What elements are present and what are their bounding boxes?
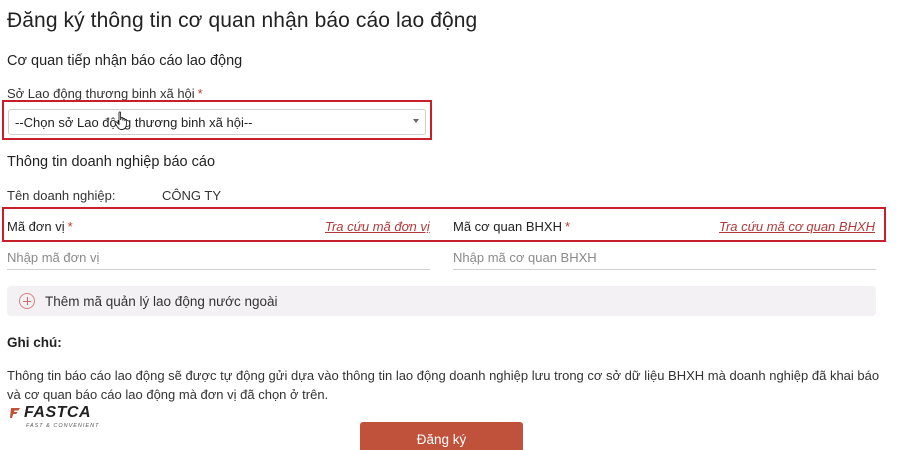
page-title: Đăng ký thông tin cơ quan nhận báo cáo l… bbox=[7, 9, 478, 32]
plus-circle-icon bbox=[19, 293, 35, 309]
chevron-down-icon bbox=[413, 119, 419, 123]
labor-department-select[interactable]: --Chọn sở Lao động thương binh xã hội-- bbox=[8, 109, 426, 135]
add-foreign-worker-code-button[interactable]: Thêm mã quản lý lao động nước ngoài bbox=[7, 286, 876, 316]
bhxh-code-label: Mã cơ quan BHXH * bbox=[453, 219, 570, 234]
labor-department-label: Sở Lao động thương binh xã hội * bbox=[7, 86, 203, 101]
add-foreign-worker-code-label: Thêm mã quản lý lao động nước ngoài bbox=[45, 293, 278, 309]
unit-code-lookup-link[interactable]: Tra cứu mã đơn vị bbox=[325, 219, 430, 234]
required-mark: * bbox=[67, 219, 73, 234]
register-button[interactable]: Đăng ký bbox=[360, 422, 523, 450]
fastca-logo-icon bbox=[10, 408, 20, 418]
bhxh-code-label-text: Mã cơ quan BHXH bbox=[453, 219, 562, 234]
required-mark: * bbox=[564, 219, 571, 234]
fastca-logo-tagline: FAST & CONVENIENT bbox=[26, 423, 100, 429]
labor-department-select-value: --Chọn sở Lao động thương binh xã hội-- bbox=[15, 114, 253, 130]
unit-code-label: Mã đơn vị * bbox=[7, 219, 73, 234]
enterprise-name-value: CÔNG TY bbox=[162, 188, 221, 203]
note-text: Thông tin báo cáo lao động sẽ được tự độ… bbox=[7, 368, 880, 402]
enterprise-name-label: Tên doanh nghiệp: bbox=[7, 188, 116, 203]
bhxh-code-lookup-link[interactable]: Tra cứu mã cơ quan BHXH bbox=[719, 219, 875, 234]
fastca-logo: FASTCA FAST & CONVENIENT bbox=[8, 404, 118, 434]
unit-code-input[interactable] bbox=[7, 246, 430, 270]
receiving-agency-section-title: Cơ quan tiếp nhận báo cáo lao động bbox=[7, 53, 243, 69]
bhxh-code-input[interactable] bbox=[453, 246, 876, 270]
unit-code-label-text: Mã đơn vị bbox=[7, 219, 65, 234]
required-mark: * bbox=[197, 86, 203, 101]
fastca-logo-text: FASTCA bbox=[24, 404, 91, 421]
labor-department-label-text: Sở Lao động thương binh xã hội bbox=[7, 86, 195, 101]
hand-pointer-icon bbox=[114, 111, 128, 130]
note-heading: Ghi chú: bbox=[7, 335, 62, 350]
enterprise-section-title: Thông tin doanh nghiệp báo cáo bbox=[7, 154, 216, 170]
